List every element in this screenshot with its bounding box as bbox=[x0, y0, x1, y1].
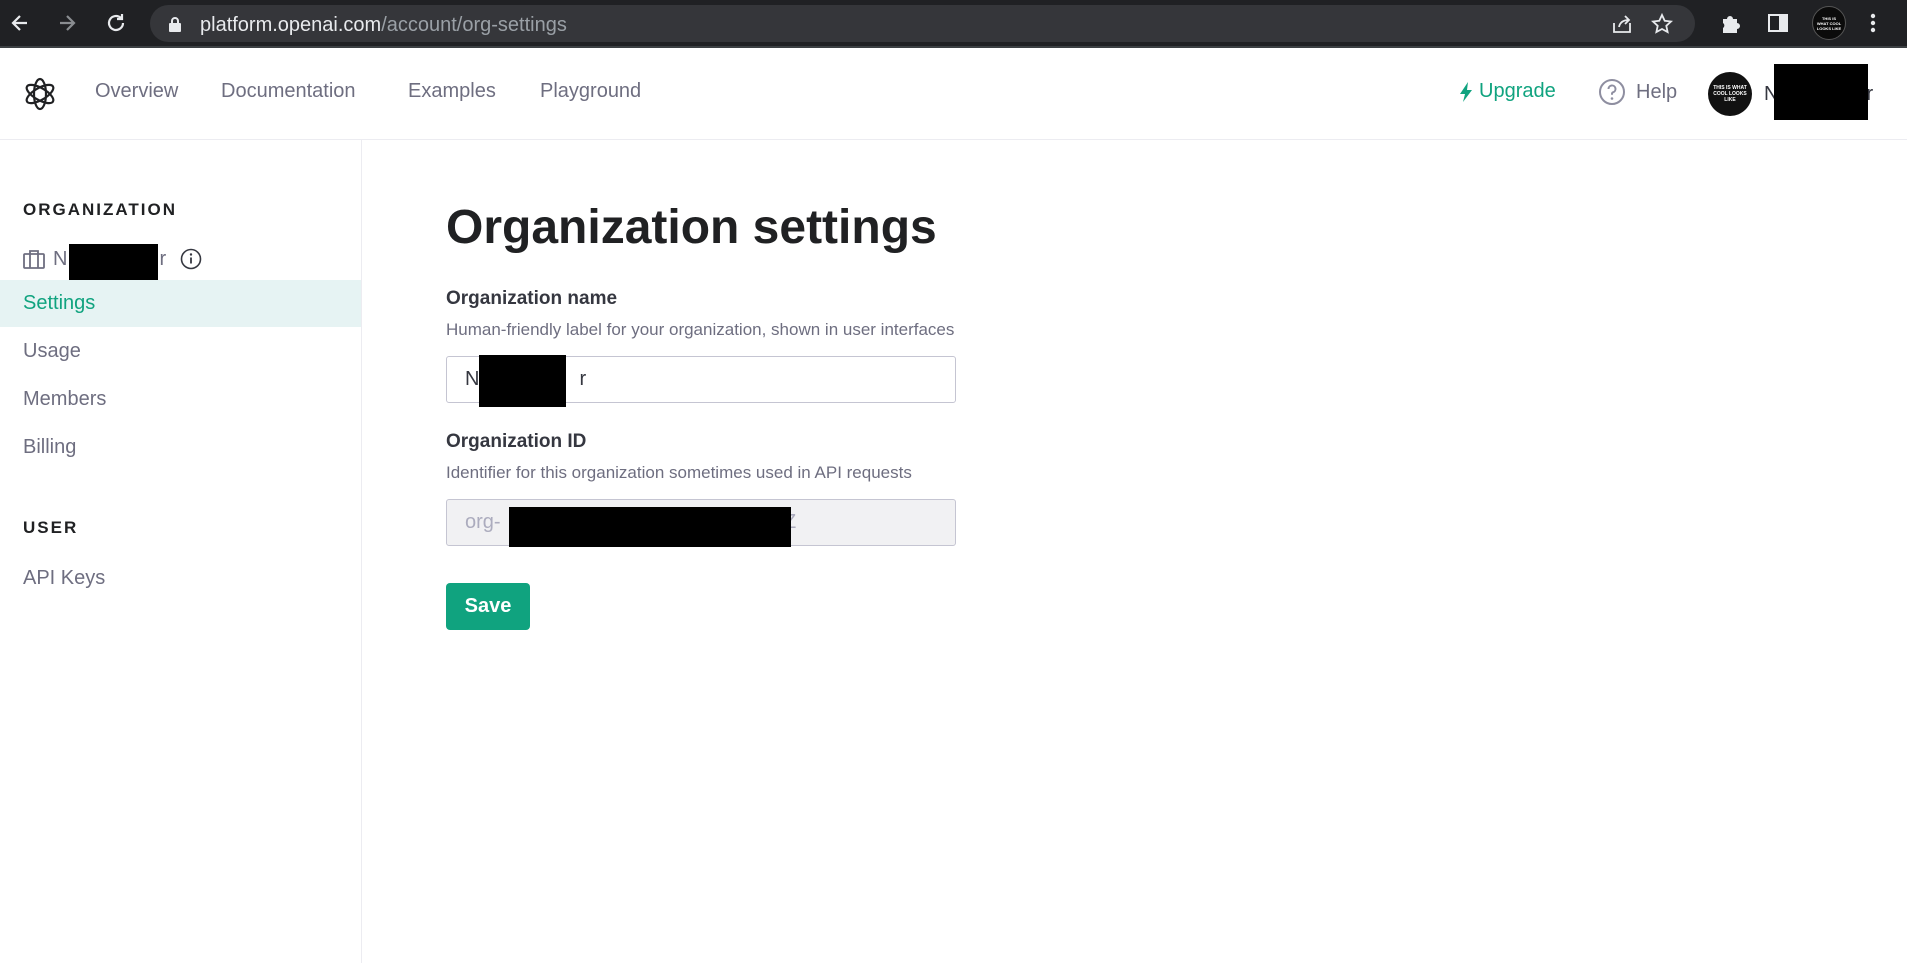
profile-badge-text: THIS IS WHAT COOL LOOKS LIKE bbox=[1816, 15, 1842, 31]
org-name-description: Human-friendly label for your organizati… bbox=[446, 320, 955, 339]
help-circle-icon bbox=[1599, 79, 1625, 105]
save-button[interactable]: Save bbox=[446, 583, 530, 630]
upgrade-label: Upgrade bbox=[1479, 80, 1556, 102]
organization-section-title: ORGANIZATION bbox=[23, 200, 178, 219]
side-panel-icon[interactable] bbox=[1765, 10, 1791, 36]
address-bar[interactable]: platform.openai.com/account/org-settings bbox=[150, 5, 1695, 42]
sidebar-item-members[interactable]: Members bbox=[0, 376, 361, 423]
lock-icon bbox=[168, 16, 182, 37]
redaction-block bbox=[509, 507, 791, 547]
browser-toolbar: platform.openai.com/account/org-settings… bbox=[0, 0, 1907, 48]
help-label: Help bbox=[1636, 80, 1678, 103]
nav-examples[interactable]: Examples bbox=[408, 80, 496, 103]
org-name-end: r bbox=[159, 247, 167, 270]
url-text: platform.openai.com/account/org-settings bbox=[200, 14, 567, 37]
user-menu[interactable]: THIS IS WHAT COOL LOOKS LIKE Nr bbox=[1708, 63, 1873, 120]
org-switcher[interactable]: Nr bbox=[23, 243, 202, 280]
reload-icon[interactable] bbox=[101, 8, 131, 38]
sidebar-item-settings[interactable]: Settings bbox=[0, 280, 361, 327]
app-header: Overview Documentation Examples Playgrou… bbox=[0, 48, 1907, 140]
redaction-block bbox=[69, 243, 158, 280]
extensions-icon[interactable] bbox=[1717, 10, 1743, 36]
org-name-start: N bbox=[53, 247, 68, 270]
user-section-title: USER bbox=[23, 518, 79, 537]
forward-icon[interactable] bbox=[52, 8, 82, 38]
kebab-menu-icon[interactable] bbox=[1860, 10, 1886, 36]
page-title: Organization settings bbox=[446, 201, 937, 254]
sidebar: ORGANIZATION Nr Settings Usage Members B… bbox=[0, 140, 362, 963]
lightning-icon bbox=[1460, 81, 1472, 102]
url-path: /account/org-settings bbox=[381, 14, 567, 36]
bookmark-star-icon[interactable] bbox=[1650, 12, 1674, 36]
upgrade-link[interactable]: Upgrade bbox=[1459, 80, 1556, 103]
browser-profile-avatar[interactable]: THIS IS WHAT COOL LOOKS LIKE bbox=[1812, 6, 1846, 40]
avatar-text: THIS IS WHAT COOL LOOKS LIKE bbox=[1713, 85, 1747, 103]
sidebar-item-usage[interactable]: Usage bbox=[0, 328, 361, 375]
nav-playground[interactable]: Playground bbox=[540, 80, 641, 103]
nav-overview[interactable]: Overview bbox=[95, 80, 178, 103]
redaction-block bbox=[479, 355, 566, 407]
org-name-label: Organization name bbox=[446, 288, 618, 309]
avatar[interactable]: THIS IS WHAT COOL LOOKS LIKE bbox=[1708, 72, 1752, 116]
openai-logo-icon[interactable] bbox=[22, 76, 58, 112]
help-link[interactable]: Help bbox=[1598, 78, 1677, 106]
info-icon[interactable] bbox=[180, 248, 202, 270]
briefcase-icon bbox=[23, 250, 45, 269]
org-id-description: Identifier for this organization sometim… bbox=[446, 463, 912, 482]
back-icon[interactable] bbox=[5, 8, 35, 38]
redaction-block bbox=[1774, 63, 1868, 120]
user-name[interactable]: Nr bbox=[1764, 63, 1873, 120]
nav-documentation[interactable]: Documentation bbox=[221, 80, 356, 103]
url-host: platform.openai.com bbox=[200, 14, 382, 36]
sidebar-item-api-keys[interactable]: API Keys bbox=[0, 555, 361, 602]
share-icon[interactable] bbox=[1610, 12, 1634, 36]
sidebar-item-billing[interactable]: Billing bbox=[0, 424, 361, 471]
org-id-label: Organization ID bbox=[446, 431, 587, 452]
